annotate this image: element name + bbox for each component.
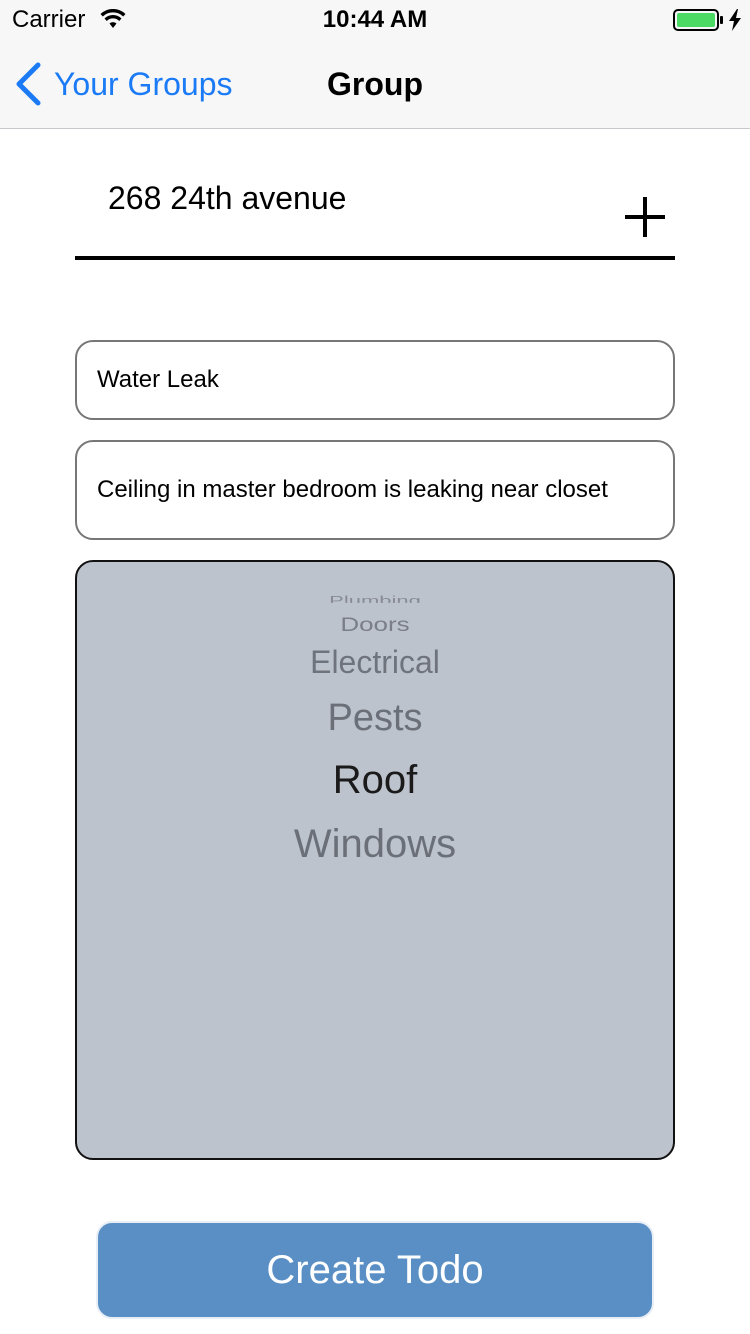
todo-description-value: Ceiling in master bedroom is leaking nea… (97, 476, 608, 503)
group-address: 268 24th avenue (108, 180, 347, 216)
picker-option[interactable]: Windows (77, 820, 673, 868)
divider (75, 256, 675, 260)
picker-option[interactable]: Electrical (77, 642, 673, 682)
charging-bolt-icon (729, 9, 741, 31)
category-picker[interactable]: Plumbing Doors Electrical Pests Roof Win… (75, 560, 675, 1160)
plus-icon (625, 197, 665, 237)
status-bar: Carrier 10:44 AM (0, 0, 750, 40)
picker-option[interactable]: Pests (77, 696, 673, 740)
screen: Carrier 10:44 AM Your Groups Group 268 2… (0, 0, 750, 1334)
todo-title-value: Water Leak (97, 366, 219, 393)
navigation-bar: Your Groups Group (0, 40, 750, 129)
picker-option[interactable]: Doors (77, 614, 673, 635)
battery-icon (673, 9, 723, 31)
page-title: Group (327, 66, 423, 102)
picker-option[interactable]: Plumbing (77, 595, 673, 603)
todo-description-field[interactable]: Ceiling in master bedroom is leaking nea… (75, 440, 675, 540)
picker-option-selected[interactable]: Roof (77, 756, 673, 804)
todo-title-field[interactable]: Water Leak (75, 340, 675, 420)
add-button[interactable] (620, 192, 670, 242)
create-todo-label: Create Todo (266, 1247, 484, 1292)
create-todo-button[interactable]: Create Todo (96, 1221, 654, 1319)
status-time: 10:44 AM (322, 6, 428, 33)
